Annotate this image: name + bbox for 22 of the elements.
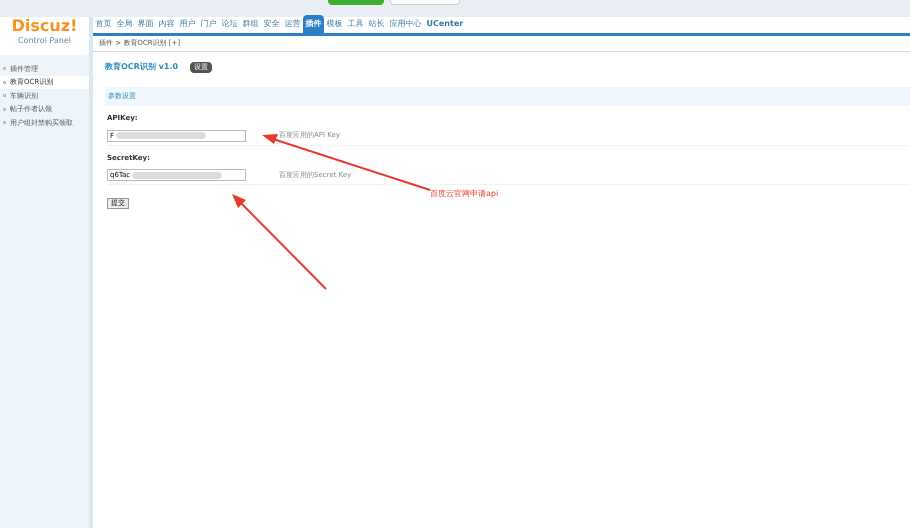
- logo: Discuz!: [12, 17, 78, 35]
- annotation-text: 百度云官网申请api: [430, 188, 498, 200]
- nav-tab[interactable]: 安全: [261, 15, 282, 33]
- nav-tab[interactable]: 插件: [303, 15, 324, 33]
- nav-tab[interactable]: 门户: [198, 15, 219, 33]
- nav-tab[interactable]: 内容: [156, 15, 177, 33]
- nav-tab[interactable]: UCenter: [424, 15, 466, 33]
- nav-tab[interactable]: 应用中心: [387, 15, 424, 33]
- page-title: 教育OCR识别 v1.0: [105, 61, 178, 73]
- logo-subtitle: Control Panel: [18, 35, 72, 47]
- toolbar-button[interactable]: [328, 0, 384, 5]
- nav-tab[interactable]: 运营: [282, 15, 303, 33]
- nav-tab[interactable]: 论坛: [219, 15, 240, 33]
- toolbar-button[interactable]: [390, 0, 460, 5]
- nav-tab[interactable]: 用户: [177, 15, 198, 33]
- nav-tab[interactable]: 界面: [135, 15, 156, 33]
- nav-tab[interactable]: 工具: [345, 15, 366, 33]
- nav-tab[interactable]: 首页: [93, 15, 114, 33]
- nav-tab[interactable]: 模板: [324, 15, 345, 33]
- nav-tab[interactable]: 群组: [240, 15, 261, 33]
- nav-tab[interactable]: 全局: [114, 15, 135, 33]
- nav-tab[interactable]: 站长: [366, 15, 387, 33]
